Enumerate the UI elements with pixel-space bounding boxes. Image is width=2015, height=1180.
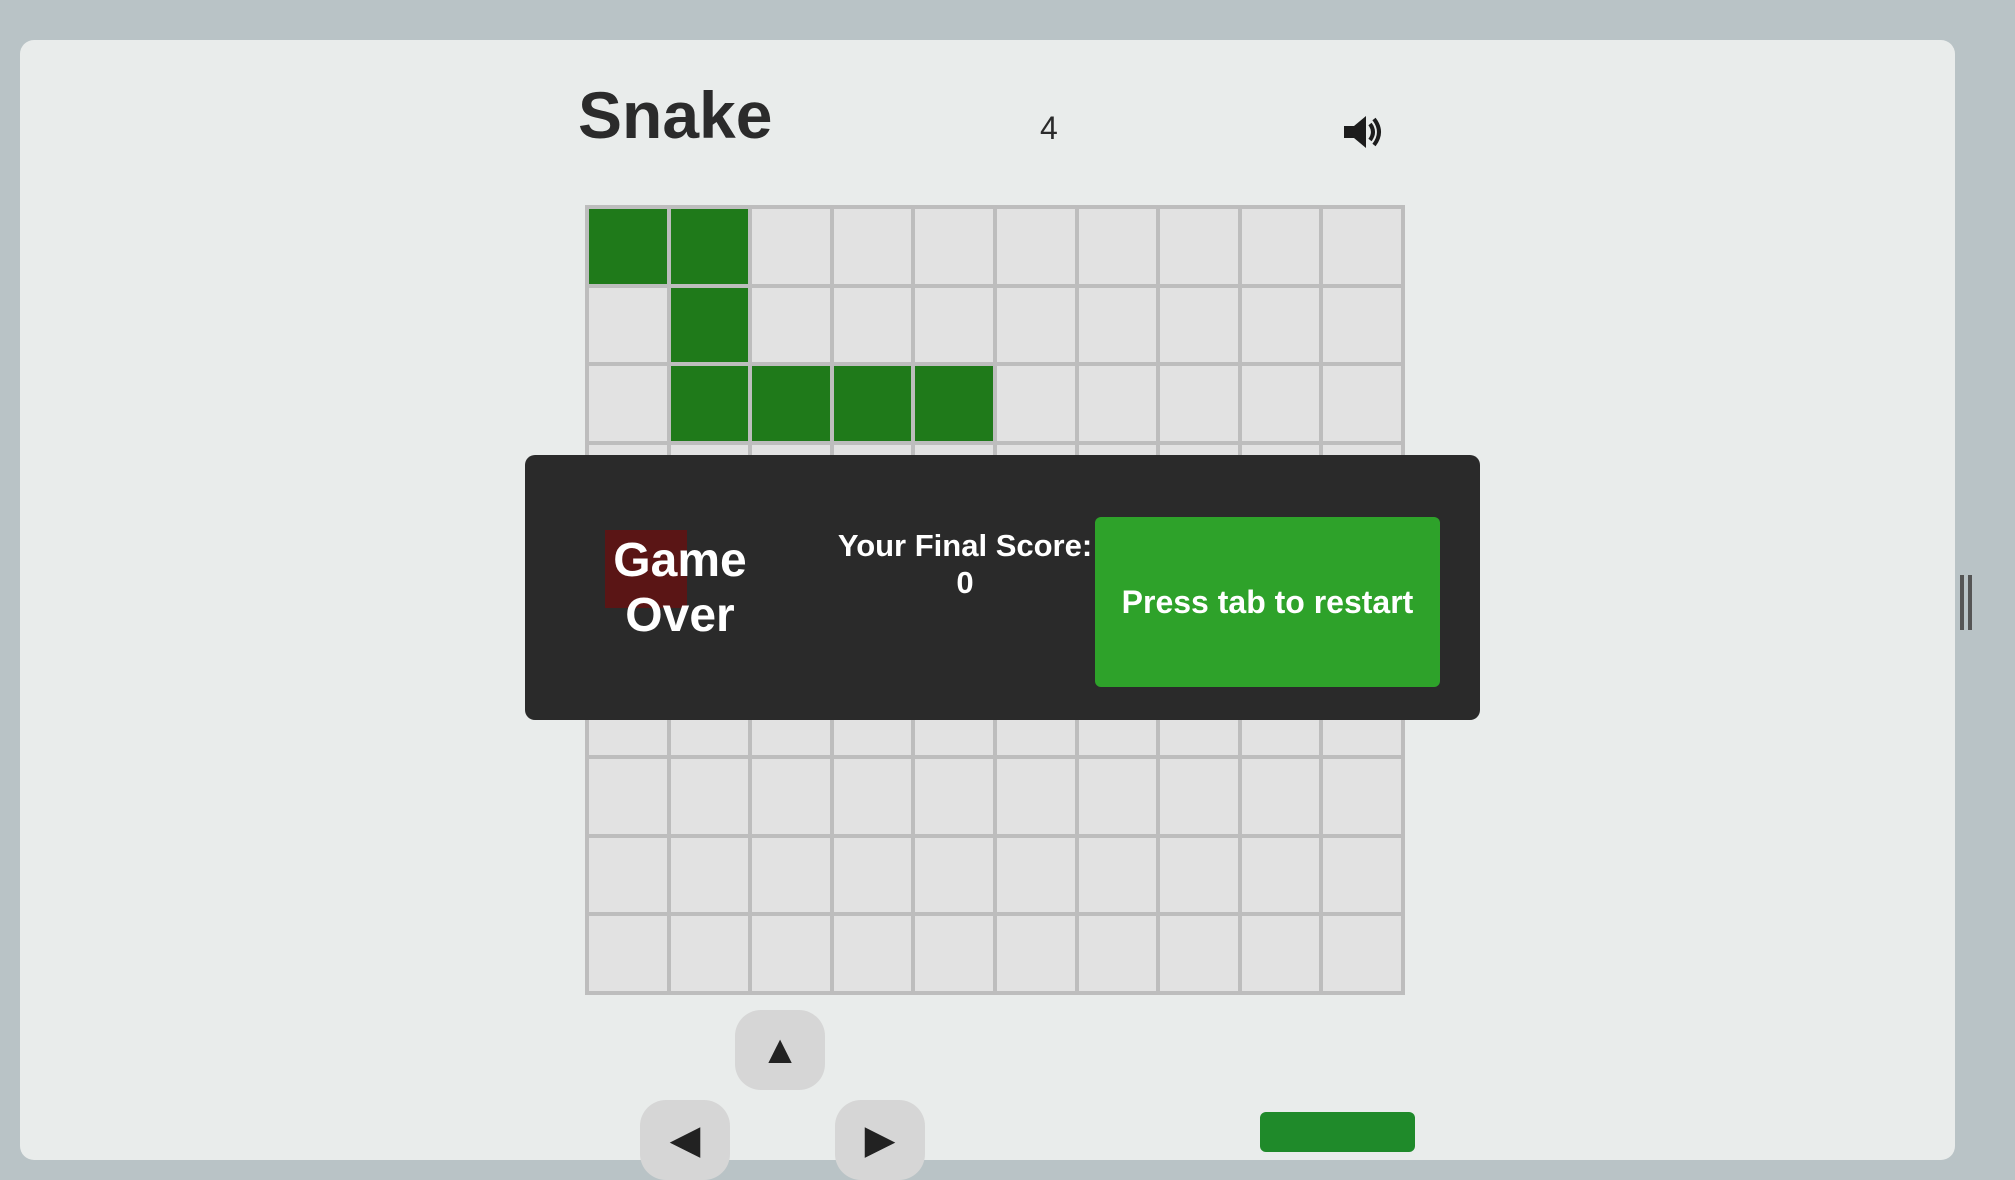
board-cell [589, 916, 667, 991]
board-cell [752, 837, 830, 913]
up-arrow-button[interactable]: ▲ [735, 1010, 825, 1090]
board-cell [1323, 366, 1401, 441]
board-cell [915, 837, 993, 913]
board-cell [589, 366, 667, 441]
board-cell [1323, 837, 1401, 913]
game-over-panel: Game Over Your Final Score: 0 Press tab … [525, 455, 1480, 720]
game-over-heading: Game Over [613, 534, 747, 643]
board-cell [1323, 287, 1401, 363]
board-cell [833, 759, 912, 834]
board-cell [833, 837, 912, 913]
right-arrow-icon: ▶ [864, 1118, 896, 1162]
board-cell [1323, 759, 1401, 834]
board-cell [833, 916, 912, 991]
up-arrow-icon: ▲ [760, 1027, 800, 1072]
board-cell [1160, 209, 1238, 284]
board-cell [1241, 287, 1320, 363]
board-cell [1078, 837, 1157, 913]
final-score-label: Your Final Score: [837, 528, 1093, 563]
board-cell [1078, 916, 1157, 991]
board-cell [752, 209, 830, 284]
board-cell [996, 759, 1075, 834]
board-cell [589, 759, 667, 834]
board-cell [752, 916, 830, 991]
board-cell [1078, 287, 1157, 363]
board-cell [1323, 209, 1401, 284]
restart-button[interactable]: Press tab to restart [1095, 517, 1440, 687]
board-cell [915, 759, 993, 834]
board-cell [589, 287, 667, 363]
board-cell [1078, 366, 1157, 441]
board-cell [996, 916, 1075, 991]
right-arrow-button[interactable]: ▶ [835, 1100, 925, 1180]
board-cell [670, 916, 749, 991]
snake-segment [589, 209, 667, 284]
snake-segment [670, 209, 749, 284]
board-cell [1241, 366, 1320, 441]
board-cell [915, 287, 993, 363]
left-arrow-icon: ◀ [669, 1118, 701, 1162]
board-cell [1160, 837, 1238, 913]
board-cell [1160, 366, 1238, 441]
speaker-icon[interactable] [1338, 108, 1386, 156]
left-arrow-button[interactable]: ◀ [640, 1100, 730, 1180]
snake-segment [833, 366, 912, 441]
board-cell [996, 837, 1075, 913]
board-cell [996, 209, 1075, 284]
snake-segment [752, 366, 830, 441]
snake-segment [915, 366, 993, 441]
board-cell [670, 837, 749, 913]
board-cell [833, 209, 912, 284]
board-cell [670, 759, 749, 834]
board-cell [589, 837, 667, 913]
board-cell [1323, 916, 1401, 991]
board-cell [915, 916, 993, 991]
board-cell [833, 287, 912, 363]
board-cell [752, 287, 830, 363]
board-cell [1241, 209, 1320, 284]
snake-segment [670, 366, 749, 441]
final-score-value: 0 [956, 565, 974, 601]
board-cell [1078, 759, 1157, 834]
board-cell [1160, 287, 1238, 363]
snake-segment [670, 287, 749, 363]
board-cell [915, 209, 993, 284]
final-score: Your Final Score: 0 [825, 527, 1105, 601]
board-cell [1078, 209, 1157, 284]
score-display: 4 [1040, 110, 1058, 146]
board-cell [1241, 837, 1320, 913]
board-cell [996, 366, 1075, 441]
board-cell [1160, 759, 1238, 834]
green-button[interactable] [1260, 1112, 1415, 1152]
board-cell [1160, 916, 1238, 991]
board-cell [1241, 916, 1320, 991]
board-cell [1241, 759, 1320, 834]
board-cell [752, 759, 830, 834]
edge-marker [1960, 575, 1972, 630]
game-title: Snake [578, 78, 773, 152]
board-cell [996, 287, 1075, 363]
